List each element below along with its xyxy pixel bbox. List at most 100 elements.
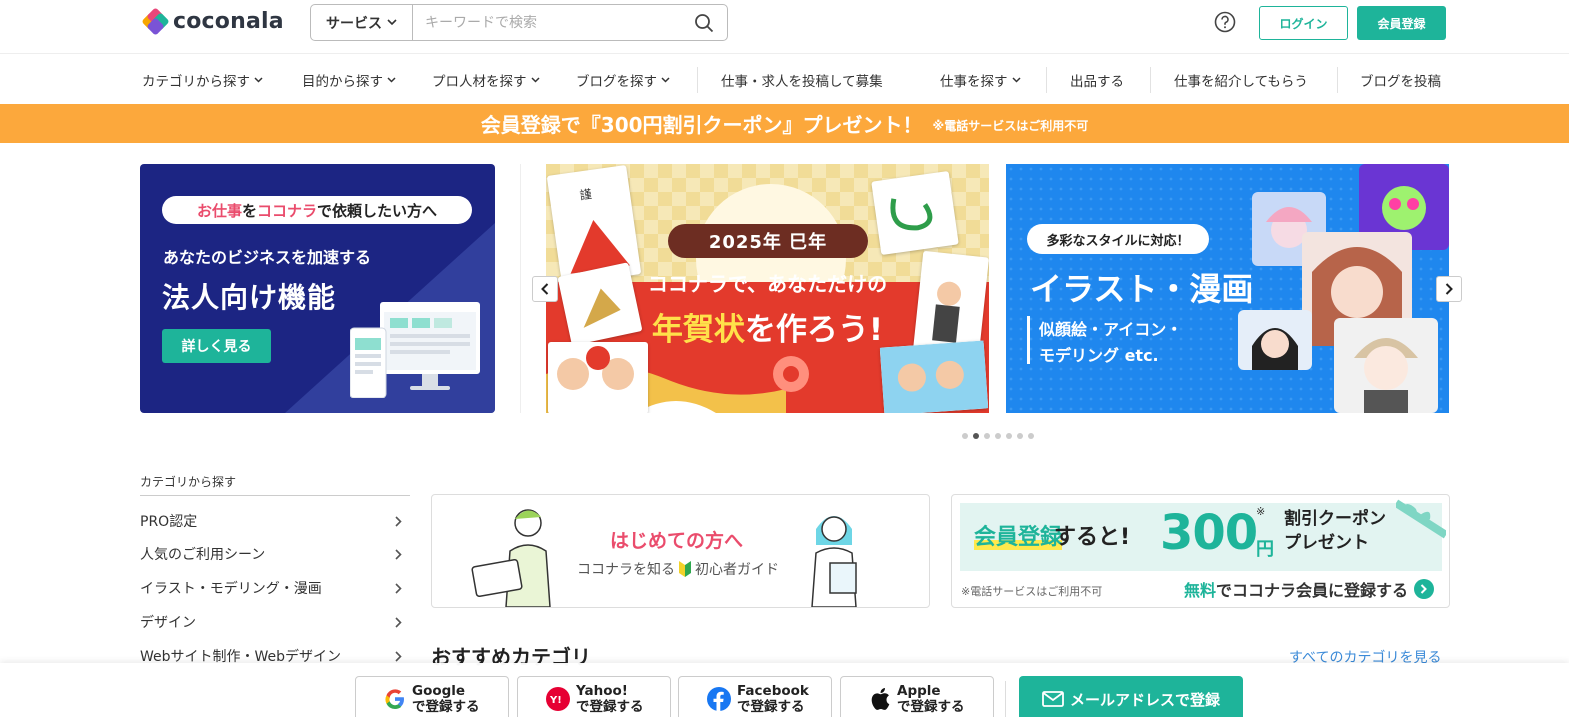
nav-item-blog-search[interactable]: ブログを探す	[576, 55, 670, 104]
nav-item-blog-post[interactable]: ブログを投稿	[1360, 55, 1441, 104]
new-year-card-illustration	[879, 340, 989, 413]
coupon-note: ※電話サービスはご利用不可	[961, 585, 1103, 598]
chevron-right-icon	[395, 650, 402, 662]
guide-person-right-illustration	[811, 516, 857, 607]
sidebar-title: カテゴリから探す	[140, 475, 237, 489]
carousel-dots	[962, 433, 1034, 439]
nav-item-introduce[interactable]: 仕事を紹介してもらう	[1174, 55, 1308, 104]
carousel-dot[interactable]	[973, 433, 979, 439]
carousel-dot[interactable]	[984, 433, 990, 439]
chevron-down-icon	[661, 76, 670, 83]
coconala-logo-icon	[141, 7, 170, 36]
guide-title: はじめての方へ	[610, 530, 744, 552]
google-icon	[385, 689, 404, 710]
coupon-card[interactable]: 会員登録 すると! 300 ※ 円 割引クーポン プレゼント ※電話サービスはご利…	[951, 494, 1450, 608]
nav-item-post-job[interactable]: 仕事・求人を投稿して募集	[721, 55, 883, 104]
coupon-register-link[interactable]: 無料でココナラ会員に登録する	[1184, 577, 1435, 601]
banner-corporate[interactable]: お仕事をココナラ で依頼したい方へ あなたのビジネスを加速する 法人向け機能 詳し…	[140, 164, 495, 413]
chevron-down-icon	[387, 76, 396, 83]
illustration-sample	[1238, 310, 1312, 370]
signup-bar: Google で登録する Y! Yahoo! で登録する Facebook で登録する…	[0, 663, 1569, 717]
yahoo-icon: Y!	[546, 687, 570, 711]
nav-divider	[1150, 67, 1151, 93]
coupon-amount: 300	[1160, 505, 1258, 561]
search-category-select[interactable]: サービス	[311, 5, 413, 40]
search-category-label: サービス	[326, 15, 382, 32]
coupon-yen: 円	[1256, 539, 1274, 560]
chevron-down-icon	[1011, 76, 1021, 83]
banner-illustration-title: イラスト・漫画	[1030, 270, 1254, 308]
promo-main-text: 会員登録で『300円割引クーポン』プレゼント！	[480, 113, 923, 137]
nav-item-pro[interactable]: プロ人材を探す	[432, 55, 540, 104]
chevron-right-icon	[395, 548, 402, 560]
mail-signup-button[interactable]: メールアドレスで登録	[1019, 676, 1243, 717]
svg-text:謹: 謹	[579, 186, 593, 203]
new-year-card-illustration	[871, 170, 959, 256]
yahoo-signup-button[interactable]: Y! Yahoo! で登録する	[517, 676, 671, 717]
chevron-down-icon	[254, 76, 263, 83]
nav-item-sell[interactable]: 出品する	[1070, 55, 1124, 104]
search-button[interactable]	[681, 5, 727, 40]
new-year-card-illustration	[548, 342, 648, 413]
help-icon[interactable]	[1214, 11, 1236, 33]
banner-illustration-sub2: モデリング etc.	[1039, 346, 1159, 365]
coupon-asterisk: ※	[1256, 505, 1266, 518]
banner-illustration[interactable]: 多彩なスタイルに対応！ イラスト・漫画 似顔絵・アイコン・ モデリング etc.	[1006, 164, 1449, 413]
chevron-right-icon	[395, 515, 402, 527]
guide-person-left-illustration	[471, 509, 551, 607]
logo-text: coconala	[173, 8, 284, 34]
register-button[interactable]: 会員登録	[1357, 6, 1446, 40]
banner-corporate-pill: お仕事をココナラ で依頼したい方へ	[162, 196, 472, 224]
banner-new-year-card[interactable]: 謹 2025年 巳年 ココナラで、あなただけの 年賀状を作ろう!	[546, 164, 989, 413]
nav-item-category[interactable]: カテゴリから探す	[142, 55, 263, 104]
chevron-down-icon	[387, 19, 397, 26]
banner-new-year-label: 2025年 巳年	[668, 224, 868, 258]
search-bar: サービス	[310, 4, 728, 41]
search-input[interactable]	[413, 5, 681, 40]
carousel-dot[interactable]	[962, 433, 968, 439]
carousel-dot[interactable]	[1006, 433, 1012, 439]
dashboard-device-illustration	[350, 302, 480, 398]
header: coconala サービス ログイン 会員登録	[0, 0, 1569, 54]
banner-illustration-pill: 多彩なスタイルに対応！	[1027, 224, 1209, 254]
nav-item-find-job[interactable]: 仕事を探す	[940, 55, 1021, 104]
mail-icon	[1042, 691, 1064, 707]
carousel-dot[interactable]	[1017, 433, 1023, 439]
carousel-prev-button[interactable]	[532, 276, 558, 302]
promo-banner[interactable]: 会員登録で『300円割引クーポン』プレゼント！ ※電話サービスはご利用不可	[0, 104, 1569, 143]
guide-subtitle: ココナラを知る 初心者ガイド	[577, 561, 779, 578]
sidebar-item-design[interactable]: デザイン	[140, 607, 402, 637]
chevron-right-icon	[395, 616, 402, 628]
chevron-left-icon	[541, 283, 549, 295]
coconala-logo[interactable]: coconala	[141, 7, 284, 36]
svg-text:Y!: Y!	[549, 695, 562, 706]
main-nav: カテゴリから探す 目的から探す プロ人材を探す ブログを探す 仕事・求人を投稿し…	[0, 55, 1569, 104]
beginner-mark-icon	[679, 561, 691, 577]
illustration-sample	[1334, 318, 1438, 413]
nav-divider	[1046, 67, 1047, 93]
coupon-register-text: 会員登録	[974, 525, 1063, 550]
banner-corporate-title: 法人向け機能	[162, 281, 337, 314]
google-signup-button[interactable]: Google で登録する	[355, 676, 509, 717]
promo-note: ※電話サービスはご利用不可	[932, 119, 1089, 133]
login-button[interactable]: ログイン	[1259, 6, 1348, 40]
chevron-right-icon	[395, 582, 402, 594]
chevron-right-icon	[1445, 283, 1453, 295]
nav-item-purpose[interactable]: 目的から探す	[302, 55, 396, 104]
carousel-dot[interactable]	[995, 433, 1001, 439]
banner-new-year-line2: 年賀状を作ろう!	[651, 312, 884, 348]
sidebar-item-pro[interactable]: PRO認定	[140, 506, 402, 536]
banner-new-year-line1: ココナラで、あなただけの	[647, 272, 888, 296]
facebook-signup-button[interactable]: Facebook で登録する	[678, 676, 832, 717]
search-icon	[695, 13, 714, 32]
nav-divider	[697, 67, 698, 93]
carousel-dot[interactable]	[1028, 433, 1034, 439]
sidebar-item-popular[interactable]: 人気のご利用シーン	[140, 539, 402, 569]
sidebar-item-illustration[interactable]: イラスト・モデリング・漫画	[140, 573, 402, 603]
apple-signup-button[interactable]: Apple で登録する	[840, 676, 994, 717]
banner-corporate-details-button[interactable]: 詳しく見る	[162, 329, 271, 363]
coupon-then-text: すると!	[1054, 525, 1131, 550]
carousel-next-button[interactable]	[1436, 276, 1462, 302]
beginner-guide-card[interactable]: はじめての方へ ココナラを知る 初心者ガイド	[431, 494, 930, 608]
coupon-present-text: 割引クーポン プレゼント	[1284, 509, 1386, 553]
